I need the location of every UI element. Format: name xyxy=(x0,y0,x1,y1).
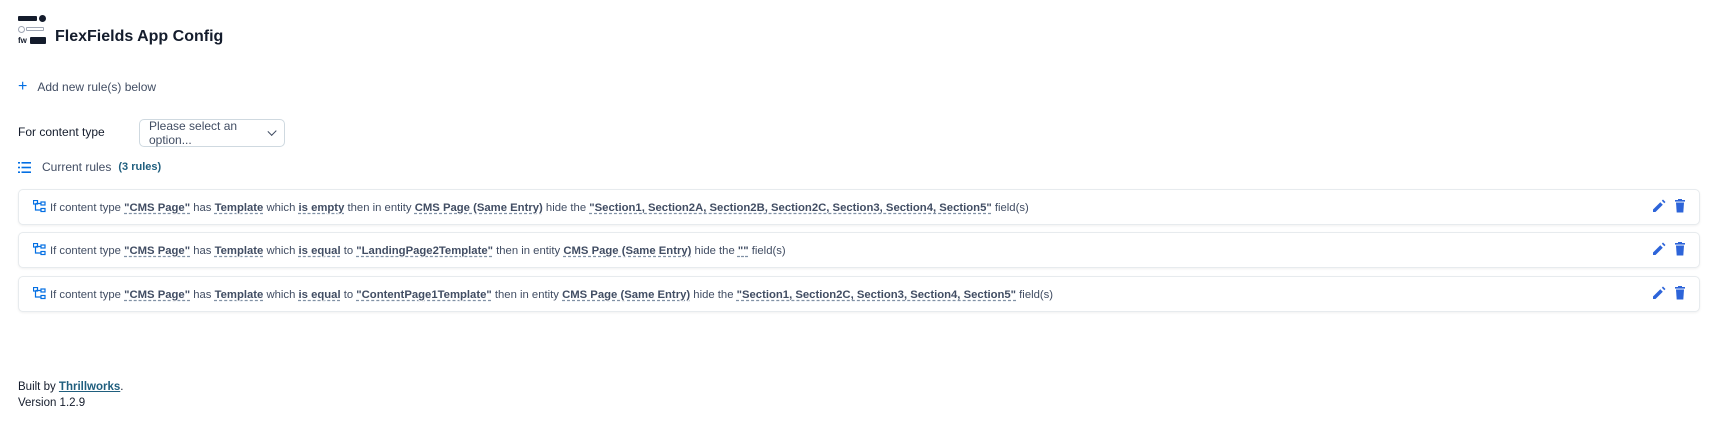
rule-field: Template xyxy=(214,245,264,257)
page-title: FlexFields App Config xyxy=(55,28,224,45)
current-rules-heading: Current rules (3 rules) xyxy=(18,160,161,174)
list-icon xyxy=(18,161,31,173)
rule-content-type: "CMS Page" xyxy=(124,245,191,257)
rule-fields: "Section1, Section2C, Section3, Section4… xyxy=(736,289,1017,301)
trash-icon[interactable] xyxy=(1673,242,1687,256)
trash-icon[interactable] xyxy=(1673,199,1687,213)
content-type-row: For content type Please select an option… xyxy=(18,117,285,147)
built-by-line: Built by Thrillworks. xyxy=(18,381,124,393)
trash-icon[interactable] xyxy=(1673,286,1687,300)
content-type-select[interactable]: Please select an option... xyxy=(139,119,285,147)
flow-icon xyxy=(33,287,46,300)
rule-description: If content type "CMS Page" has Template … xyxy=(50,202,1029,214)
rule-field: Template xyxy=(214,289,264,301)
rule-card: If content type "CMS Page" has Template … xyxy=(18,276,1700,312)
add-rule-label: Add new rule(s) below xyxy=(37,80,157,94)
app-header: fw FlexFields App Config xyxy=(18,15,223,47)
rule-operator: is equal xyxy=(298,289,341,301)
rule-fields: "Section1, Section2A, Section2B, Section… xyxy=(589,202,992,214)
pencil-icon[interactable] xyxy=(1652,199,1666,213)
rule-entity: CMS Page (Same Entry) xyxy=(563,245,692,257)
app-logo: fw xyxy=(18,15,48,47)
rule-card: If content type "CMS Page" has Template … xyxy=(18,232,1700,268)
rule-description: If content type "CMS Page" has Template … xyxy=(50,245,786,257)
rule-description: If content type "CMS Page" has Template … xyxy=(50,289,1054,301)
rule-operator: is empty xyxy=(298,202,345,214)
rule-value: "ContentPage1Template" xyxy=(356,289,492,301)
current-rules-label: Current rules xyxy=(42,160,112,174)
rule-value: "LandingPage2Template" xyxy=(356,245,493,257)
pencil-icon[interactable] xyxy=(1652,286,1666,300)
author-link[interactable]: Thrillworks xyxy=(59,381,120,393)
rule-field: Template xyxy=(214,202,264,214)
add-rule-button[interactable]: + Add new rule(s) below xyxy=(18,78,157,95)
rules-count-badge: (3 rules) xyxy=(118,161,162,173)
content-type-select-value: Please select an option... xyxy=(149,119,238,147)
rule-card: If content type "CMS Page" has Template … xyxy=(18,189,1700,225)
flow-icon xyxy=(33,243,46,256)
rule-fields: "" xyxy=(737,245,749,257)
rule-entity: CMS Page (Same Entry) xyxy=(414,202,543,214)
rule-content-type: "CMS Page" xyxy=(124,289,191,301)
content-type-label: For content type xyxy=(18,125,105,139)
plus-icon: + xyxy=(18,78,28,95)
flow-icon xyxy=(33,200,46,213)
rule-operator: is equal xyxy=(298,245,341,257)
rule-entity: CMS Page (Same Entry) xyxy=(562,289,691,301)
rule-content-type: "CMS Page" xyxy=(124,202,191,214)
footer: Built by Thrillworks. Version 1.2.9 xyxy=(18,379,123,411)
version-text: Version 1.2.9 xyxy=(18,397,86,409)
pencil-icon[interactable] xyxy=(1652,242,1666,256)
